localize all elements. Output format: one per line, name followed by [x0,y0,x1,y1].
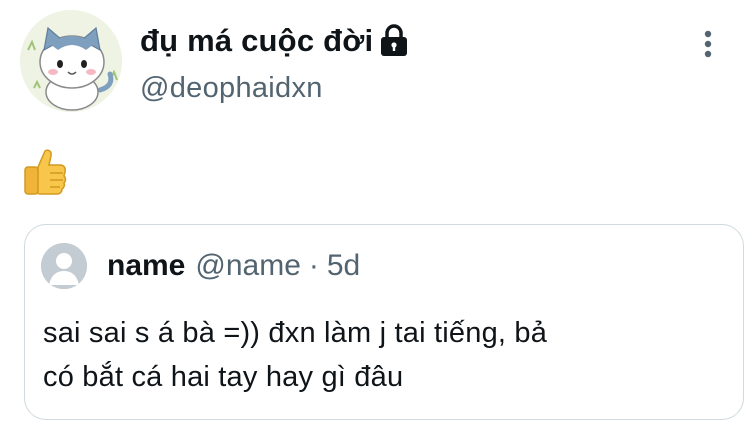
lock-icon [379,24,409,58]
quoted-author-name[interactable]: name [107,249,185,283]
quoted-author-avatar[interactable] [41,243,87,289]
author-handle[interactable]: @deophaidxn [140,72,323,105]
author-avatar[interactable] [20,10,122,112]
quoted-author-handle[interactable]: @name [195,249,301,283]
quoted-post-card[interactable]: name @name · 5d sai sai s á bà =)) đxn l… [24,224,744,420]
meta-separator: · [308,249,319,282]
cat-character-avatar-image [20,10,122,112]
more-options-button[interactable] [690,24,726,64]
more-options-icon [704,30,712,58]
quoted-post-text-line-2: có bắt cá hai tay hay gì đâu [43,361,404,393]
quoted-post-timestamp[interactable]: 5d [327,249,360,283]
quoted-post-header: name @name · 5d [107,245,360,287]
post-text [20,147,68,195]
quoted-post-text: sai sai s á bà =)) đxn làm j tai tiếng, … [43,311,723,399]
default-user-avatar-icon [41,243,87,289]
quoted-post-text-line-1: sai sai s á bà =)) đxn làm j tai tiếng, … [43,317,548,349]
author-name-row: đụ má cuộc đời [140,18,409,64]
author-display-name[interactable]: đụ má cuộc đời [140,23,373,59]
thumbs-up-emoji [24,149,67,195]
